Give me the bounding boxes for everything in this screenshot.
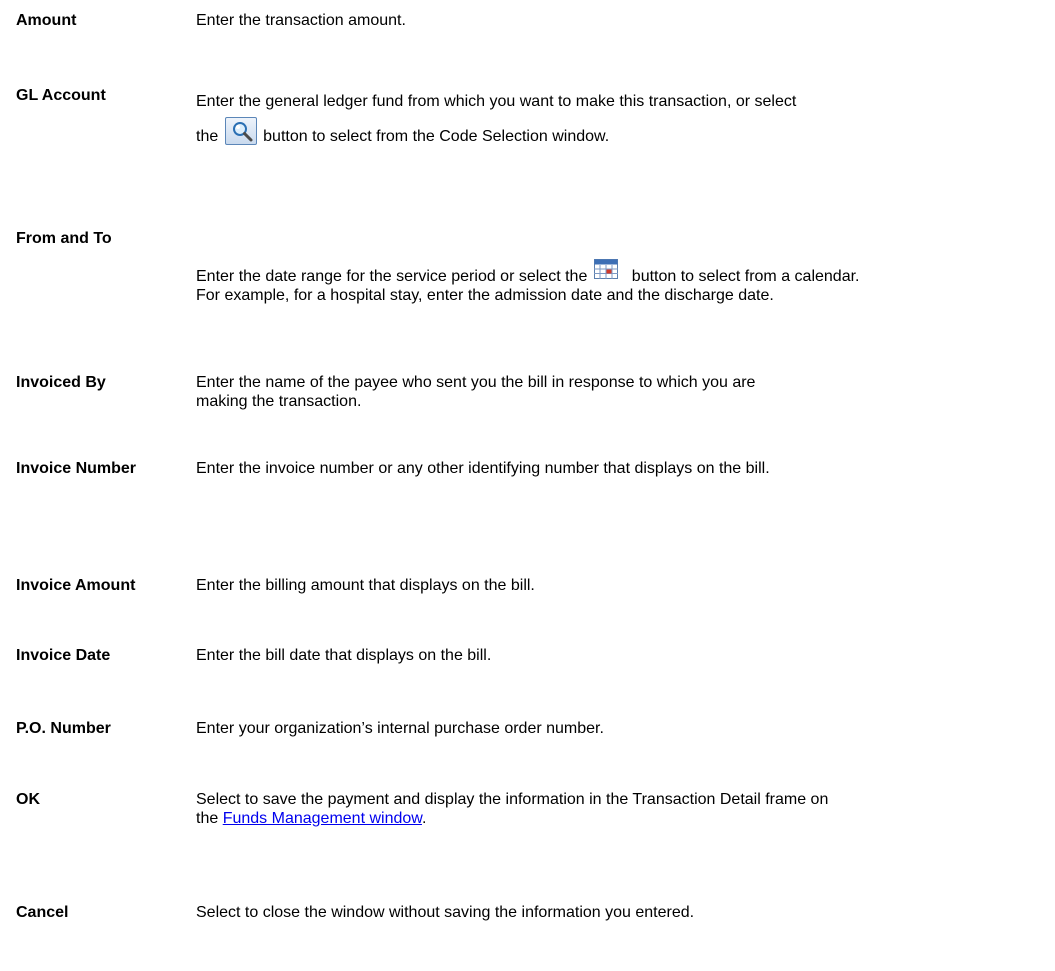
- term-invoiced-by: Invoiced By: [16, 374, 106, 391]
- term-invoice-number: Invoice Number: [16, 460, 137, 477]
- term-gl-account: GL Account: [16, 87, 106, 104]
- desc-from-and-to: Enter the date range for the service per…: [196, 259, 866, 305]
- desc-gl-account: Enter the general ledger fund from which…: [196, 93, 797, 145]
- term-ok: OK: [16, 791, 40, 808]
- desc-po-number: Enter your organization’s internal purch…: [196, 720, 604, 737]
- search-button[interactable]: [224, 117, 257, 145]
- desc-invoice-date: Enter the bill date that displays on the…: [196, 647, 492, 664]
- calendar-icon: [593, 259, 618, 279]
- calendar-button[interactable]: [593, 259, 618, 284]
- desc-invoiced-by: Enter the name of the payee who sent you…: [196, 374, 756, 410]
- funds-management-link[interactable]: Funds Management window: [223, 810, 422, 827]
- term-invoice-date: Invoice Date: [16, 647, 111, 664]
- desc-ok: Select to save the payment and display t…: [196, 791, 829, 827]
- desc-invoice-amount: Enter the billing amount that displays o…: [196, 577, 535, 594]
- magnifier-icon: [232, 122, 253, 142]
- desc-cancel: Select to close the window without savin…: [196, 904, 695, 921]
- term-amount: Amount: [16, 12, 77, 29]
- term-po-number: P.O. Number: [16, 720, 111, 737]
- desc-invoice-number: Enter the invoice number or any other id…: [196, 460, 770, 477]
- term-from-and-to: From and To: [16, 230, 112, 247]
- desc-amount: Enter the transaction amount.: [196, 12, 406, 29]
- term-invoice-amount: Invoice Amount: [16, 577, 136, 594]
- term-cancel: Cancel: [16, 904, 69, 921]
